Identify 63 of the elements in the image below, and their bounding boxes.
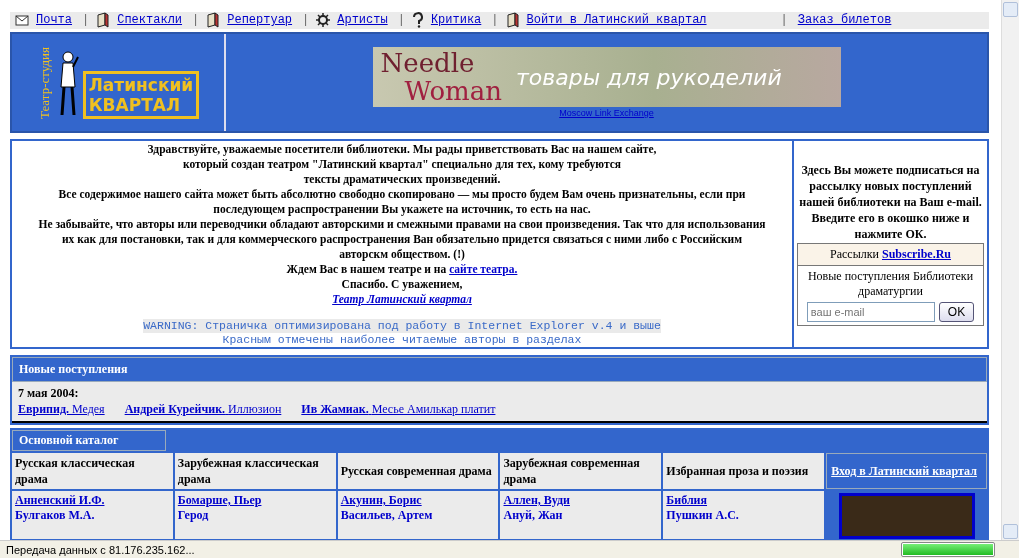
column-header: Зарубежная современная драма [500,453,662,489]
author-link[interactable]: Анненский И.Ф. [15,493,170,508]
ok-button[interactable]: OK [938,302,975,323]
section-header: Новые поступления [12,357,987,382]
status-text: Передача данных с 81.176.235.162... [6,543,195,556]
column-header: Избранная проза и поэзия [663,453,825,489]
subscribe-link[interactable]: Subscribe.Ru [881,247,951,262]
list-name: Новые поступления Библиотеки драматургии [806,269,975,300]
intro-paragraph: последующем распространении Вы укажете на источник, то есть на нас. [213,201,591,217]
nav-link[interactable]: Заказ билетов [797,13,892,28]
warning-text: WARNING: Страничка оптимизирована под работу в Internet Explorer v.4 и выше [143,318,661,333]
section-header: Основной каталог [12,430,166,451]
entry-link[interactable]: Вход в Латинский квартал [831,463,977,479]
gear-icon[interactable] [315,12,332,29]
service-text: Рассылки Subscribe.Ru [797,243,984,267]
nav-link[interactable]: Репертуар [227,13,293,28]
author-link[interactable]: Библия [666,493,822,508]
arrival-link[interactable]: Андрей Курейчик. Иллюзион [124,402,282,417]
separator: | [192,13,200,28]
nav-link[interactable]: Критика [430,13,482,28]
author-link[interactable]: Герод [177,508,333,523]
separator: | [397,13,405,28]
arrival-link[interactable]: Ив Жамиак. Месье Амилькар платит [301,402,496,417]
intro-paragraph: Все содержимое нашего сайта может быть абсолютно свободно скопировано — мы просто будем Вам очень признательны, если при [58,186,746,202]
author-link[interactable]: Бомарше, Пьер [177,493,333,508]
invite-text: Ждем Вас в нашем театре и на сайте театра. [286,261,518,277]
envelope-icon[interactable] [14,13,30,28]
thanks-text: Спасибо. С уважением, [341,276,463,292]
intro-paragraph: их как для постановки, так и для коммерческого распространения Ван обязательно придется связаться с ними либо с Российским [61,231,743,247]
separator: | [82,13,90,28]
date-text: 7 мая 2004: [18,386,80,401]
intro-paragraph: Здравствуйте, уважаемые посетители библиотеки. Мы рады приветствовать Вас на нашем сайте, [147,141,657,157]
author-link[interactable]: Булгаков М.А. [15,508,170,523]
signature-link[interactable]: Театр Латинский квартал [332,291,472,307]
nav-link[interactable]: Артисты [337,13,388,28]
book-icon[interactable] [95,12,112,29]
theatre-site-link[interactable]: сайте театра. [449,262,518,275]
separator: | [491,13,499,28]
intro-paragraph: Не забывайте, что авторы или переводчики обладают авторскими и смежными правами на свои произведения. Так что для использования [38,216,766,232]
column-header: Зарубежная классическая драма [174,453,336,489]
intro-paragraph: который создан театром "Латинский квартал" специально для тех, кому требуются [182,156,622,172]
question-icon[interactable] [410,12,425,29]
column-header: Русская современная драма [337,453,499,489]
author-link[interactable]: Акунин, Борис [340,493,496,508]
book-icon[interactable] [205,12,222,29]
author-link[interactable]: Васильев, Артем [340,508,496,523]
arrival-link[interactable]: Еврипид. Медея [18,402,105,417]
subscribe-text: Здесь Вы можете подписаться на рассылку новых поступлений нашей библиотеки на Ваш e-mail. Введите его в окошко ниже и нажмите ОК. [798,162,983,243]
nav-link[interactable]: Спектакли [117,13,183,28]
email-field[interactable]: ваш e-mail [806,302,935,323]
book-icon[interactable] [504,12,521,29]
author-link[interactable]: Ануй, Жан [503,508,659,523]
author-link[interactable]: Аллен, Вуди [503,493,659,508]
separator: | [780,13,788,28]
intro-paragraph: тексты драматических произведений. [303,171,501,187]
author-link[interactable]: Пушкин А.С. [666,508,822,523]
warning-text: Красным отмечены наиболее читаемые авторы в разделах [222,332,582,347]
column-header: Русская классическая драма [12,453,173,489]
nav-link[interactable]: Почта [36,13,72,28]
separator: | [302,13,310,28]
intro-paragraph: авторскм обществом. (!) [339,246,465,262]
scrollbar[interactable] [1001,0,1019,541]
nav-link[interactable]: Войти в Латинский квартал [526,13,707,28]
